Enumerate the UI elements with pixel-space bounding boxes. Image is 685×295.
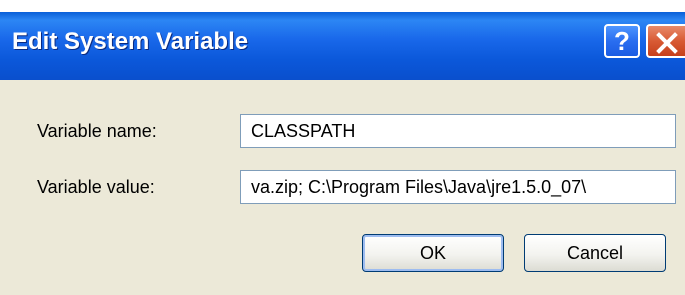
edit-system-variable-dialog: Edit System Variable ? Variable name: CL… (0, 12, 685, 295)
ok-button[interactable]: OK (362, 234, 504, 272)
help-button[interactable]: ? (604, 24, 640, 58)
variable-value-label: Variable value: (37, 177, 155, 197)
cancel-button[interactable]: Cancel (524, 234, 666, 272)
variable-value-field[interactable]: va.zip; C:\Program Files\Java\jre1.5.0_0… (240, 170, 676, 204)
close-button[interactable] (646, 24, 685, 58)
close-icon (656, 32, 678, 54)
variable-name-label: Variable name: (37, 121, 157, 141)
title-bar[interactable]: Edit System Variable ? (0, 12, 685, 80)
variable-name-field[interactable]: CLASSPATH (240, 114, 676, 148)
help-icon: ? (614, 26, 630, 56)
dialog-title: Edit System Variable (12, 28, 249, 55)
